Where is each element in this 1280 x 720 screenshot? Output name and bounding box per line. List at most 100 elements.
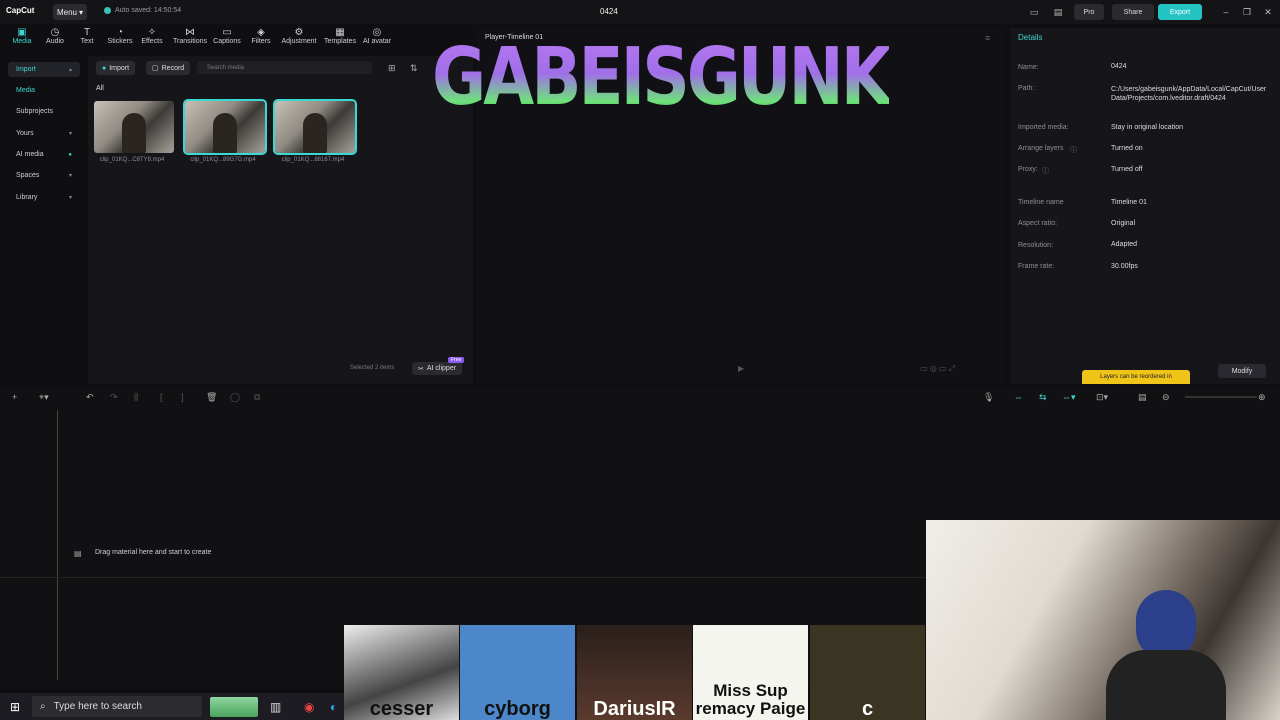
stream-overlay-banner: GABEISGUNK bbox=[432, 30, 892, 124]
trim-left-icon[interactable]: [ bbox=[160, 392, 163, 402]
free-badge: Free bbox=[448, 357, 465, 363]
task-view-icon[interactable]: ▥ bbox=[270, 700, 281, 714]
player-controls-icon[interactable]: ▭ ◎ ▭ ⤢ bbox=[920, 364, 955, 374]
tab-ai-avatar[interactable]: ◎ AI avatar bbox=[360, 27, 394, 49]
modify-button[interactable]: Modify bbox=[1218, 364, 1266, 378]
share-button[interactable]: Share bbox=[1112, 4, 1154, 20]
player-menu-icon[interactable]: ≡ bbox=[985, 33, 990, 43]
import-button[interactable]: ● Import bbox=[96, 61, 136, 75]
tab-filters[interactable]: ◈ Filters bbox=[244, 27, 278, 49]
maximize-icon[interactable]: ❐ bbox=[1241, 6, 1253, 18]
sort-icon[interactable]: ⇅ bbox=[410, 63, 418, 74]
person-figure bbox=[303, 113, 327, 153]
info-icon[interactable]: ⓘ bbox=[1042, 166, 1049, 176]
tab-stickers[interactable]: ◔ Stickers bbox=[103, 27, 137, 49]
shortcuts-icon[interactable]: ▤ bbox=[1052, 6, 1064, 18]
chrome-icon[interactable]: ◉ bbox=[304, 700, 314, 714]
zoom-slider[interactable] bbox=[1185, 396, 1257, 398]
select-tool-icon[interactable]: ⌖▾ bbox=[39, 392, 49, 403]
detail-value: 0424 bbox=[1111, 63, 1127, 70]
tab-text[interactable]: T Text bbox=[70, 27, 104, 49]
sidebar-item-media[interactable]: Media bbox=[8, 83, 80, 98]
track-divider bbox=[0, 577, 926, 578]
person-figure bbox=[213, 113, 237, 153]
minimize-icon[interactable]: – bbox=[1220, 6, 1232, 18]
ai-avatar-icon: ◎ bbox=[372, 27, 382, 38]
chevron-down-icon: ▾ bbox=[68, 195, 72, 201]
media-thumbnail[interactable] bbox=[273, 99, 357, 155]
mask-icon[interactable]: ◯ bbox=[230, 392, 240, 403]
link-icon[interactable]: ⇔ bbox=[1014, 392, 1023, 402]
edge-icon[interactable]: ◐ bbox=[330, 700, 337, 714]
media-thumbnail[interactable] bbox=[183, 99, 267, 155]
preview-axis-icon[interactable]: ⊡▾ bbox=[1096, 392, 1108, 403]
pro-button[interactable]: Pro bbox=[1074, 4, 1104, 20]
undo-icon[interactable]: ↶ bbox=[86, 392, 94, 403]
tab-templates[interactable]: ▦ Templates bbox=[322, 27, 358, 49]
viewer-tile: c bbox=[810, 625, 925, 720]
import-icon: ● bbox=[102, 64, 107, 72]
media-thumbnail[interactable] bbox=[94, 101, 174, 153]
tab-audio[interactable]: ◷ Audio bbox=[38, 27, 72, 49]
info-icon[interactable]: ⓘ bbox=[1070, 145, 1077, 155]
caption-track-icon[interactable]: ▤ bbox=[1138, 392, 1147, 403]
split-icon[interactable]: ⫼ bbox=[134, 392, 138, 403]
detail-label: Resolution: bbox=[1018, 242, 1054, 249]
play-icon[interactable]: ▶ bbox=[738, 364, 744, 373]
layout-icon[interactable]: ▭ bbox=[1028, 6, 1040, 18]
sidebar-item-subprojects[interactable]: Subprojects bbox=[8, 104, 80, 119]
tab-transitions[interactable]: ⋈ Transitions bbox=[172, 27, 208, 49]
text-icon: T bbox=[83, 27, 91, 38]
stickers-icon: ◔ bbox=[116, 27, 124, 38]
crop-icon[interactable]: ⧉ bbox=[254, 392, 260, 403]
tab-captions[interactable]: ▭ Captions bbox=[210, 27, 244, 49]
sidebar-item-import[interactable]: Import ▴ bbox=[8, 62, 80, 77]
menu-button[interactable]: Menu ▾ bbox=[53, 4, 87, 20]
detail-label: Frame rate: bbox=[1018, 263, 1055, 270]
grid-view-icon[interactable]: ⊞ bbox=[388, 63, 396, 74]
viewer-tile: cesser bbox=[344, 625, 459, 720]
detail-value: Turned on bbox=[1111, 145, 1143, 152]
sidebar-item-library[interactable]: Library ▾ bbox=[8, 190, 80, 205]
redo-icon[interactable]: ↷ bbox=[110, 392, 118, 403]
delete-icon[interactable]: 🗑 bbox=[206, 392, 217, 403]
sidebar-item-yours[interactable]: Yours ▾ bbox=[8, 126, 80, 141]
export-button[interactable]: Export bbox=[1158, 4, 1202, 20]
tab-effects[interactable]: ✧ Effects bbox=[135, 27, 169, 49]
detail-value: Turned off bbox=[1111, 166, 1143, 173]
windows-start-icon[interactable]: ⊞ bbox=[10, 700, 20, 714]
detail-value: Timeline 01 bbox=[1111, 199, 1147, 206]
selection-count: Selected 2 items bbox=[350, 365, 395, 371]
detail-label: Aspect ratio: bbox=[1018, 220, 1057, 227]
taskbar-search-input[interactable]: ⌕ Type here to search bbox=[32, 696, 202, 717]
snap-icon[interactable]: ⇔▾ bbox=[1062, 392, 1076, 403]
viewer-tile: Miss Sup remacy Paige bbox=[693, 625, 808, 720]
person-figure bbox=[122, 113, 146, 153]
search-input[interactable]: Search media bbox=[197, 61, 372, 74]
tab-media[interactable]: ▣ Media bbox=[5, 27, 39, 49]
ai-clipper-button[interactable]: ✂ AI clipper bbox=[412, 362, 463, 375]
chevron-down-icon: ▾ bbox=[68, 131, 72, 137]
detail-label: Imported media: bbox=[1018, 124, 1069, 131]
search-icon: ⌕ bbox=[40, 701, 46, 712]
magnet-icon[interactable]: ⇆ bbox=[1039, 392, 1047, 403]
zoom-out-icon[interactable]: ⊖ bbox=[1162, 392, 1170, 403]
tab-adjustment[interactable]: ⚙ Adjustment bbox=[280, 27, 318, 49]
sidebar-item-spaces[interactable]: Spaces ▾ bbox=[8, 168, 80, 183]
add-track-icon[interactable]: + bbox=[12, 392, 17, 402]
playhead[interactable] bbox=[57, 410, 58, 680]
sidebar-item-ai-media[interactable]: AI media ● bbox=[8, 147, 80, 162]
trim-right-icon[interactable]: ] bbox=[181, 392, 184, 402]
clip-name: clip_01KQ...89G7G.mp4 bbox=[190, 157, 256, 163]
widget-icon[interactable] bbox=[210, 697, 258, 717]
streamer-body bbox=[1106, 650, 1226, 720]
zoom-in-icon[interactable]: ⊕ bbox=[1258, 392, 1266, 403]
captions-icon: ▭ bbox=[222, 27, 232, 38]
record-button[interactable]: ▢ Record bbox=[146, 61, 191, 75]
detail-label: Name: bbox=[1018, 64, 1039, 71]
templates-icon: ▦ bbox=[335, 27, 345, 38]
microphone-icon[interactable]: 🎙 bbox=[983, 392, 994, 403]
close-icon[interactable]: ✕ bbox=[1262, 6, 1274, 18]
detail-value: 30.00fps bbox=[1111, 263, 1138, 270]
filter-all[interactable]: All bbox=[96, 85, 104, 92]
